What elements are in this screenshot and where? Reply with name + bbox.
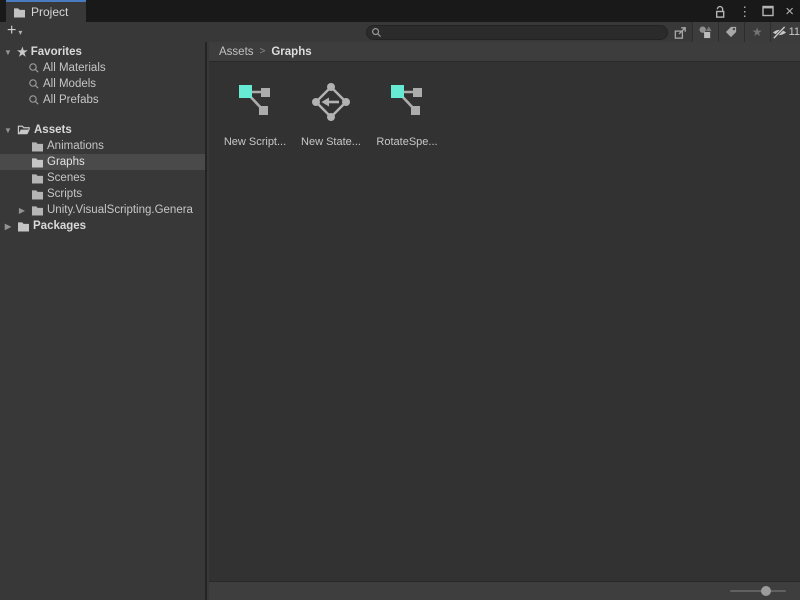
sidebar-item-label: Unity.VisualScripting.Genera [47, 204, 193, 216]
state-graph-icon [311, 82, 351, 122]
breadcrumb-root[interactable]: Assets [219, 46, 254, 58]
script-graph-icon [387, 82, 427, 122]
chevron-down-icon: ▾ [18, 28, 22, 37]
tag-icon [724, 25, 738, 39]
star-icon: ★ [752, 26, 763, 38]
open-in-icon [673, 25, 688, 40]
breadcrumb: Assets > Graphs [209, 42, 800, 62]
search-input[interactable] [382, 26, 663, 39]
tab-label: Project [31, 5, 68, 19]
open-in-picker-button[interactable] [671, 24, 689, 41]
folder-icon [13, 7, 26, 18]
star-icon: ★ [17, 46, 28, 58]
sidebar-item-label: All Materials [43, 62, 106, 74]
expander-open-icon[interactable]: ▼ [2, 126, 14, 135]
expander-open-icon[interactable]: ▼ [2, 48, 14, 57]
sidebar-item-label: All Prefabs [43, 94, 99, 106]
hidden-items-button[interactable]: 11 [770, 22, 800, 42]
folder-icon [31, 205, 44, 216]
sidebar-item-label: Packages [33, 220, 86, 232]
expander-closed-icon[interactable]: ▶ [2, 222, 14, 231]
tab-strip: Project ⋮ × [0, 0, 800, 22]
titlebar-controls: ⋮ × [713, 0, 794, 22]
folder-icon [31, 141, 44, 152]
sidebar-item-label: Animations [47, 140, 104, 152]
search-icon [371, 27, 382, 38]
sidebar-item-assets[interactable]: ▼ Assets [0, 122, 205, 138]
sidebar-item-animations[interactable]: Animations [0, 138, 205, 154]
sidebar-item-all-materials[interactable]: All Materials [0, 60, 205, 76]
create-asset-button[interactable]: + ▾ [7, 22, 22, 42]
sidebar-item-label: Favorites [31, 46, 82, 58]
search-favorites-button[interactable]: ★ [744, 22, 770, 42]
hidden-items-count: 11 [789, 26, 800, 38]
sidebar-item-favorites[interactable]: ▼ ★ Favorites [0, 44, 205, 60]
eye-slash-icon [771, 25, 788, 40]
asset-item-label: New Script... [224, 136, 286, 148]
close-icon[interactable]: × [785, 4, 794, 19]
maximize-icon[interactable] [762, 5, 774, 17]
search-icon [28, 94, 40, 106]
sidebar-item-graphs[interactable]: Graphs [0, 154, 205, 170]
sidebar-item-label: Assets [34, 124, 72, 136]
asset-browser-panel: Assets > Graphs New Script... [209, 42, 800, 600]
thumbnail-size-slider[interactable] [730, 590, 786, 592]
search-by-type-button[interactable] [692, 22, 718, 42]
search-filter-group: ★ 11 [692, 22, 800, 42]
sidebar-item-packages[interactable]: ▶ Packages [0, 218, 205, 234]
sidebar-item-scripts[interactable]: Scripts [0, 186, 205, 202]
script-graph-icon [235, 82, 275, 122]
folder-icon [31, 173, 44, 184]
search-by-label-button[interactable] [718, 22, 744, 42]
slider-knob[interactable] [761, 586, 771, 596]
chevron-right-icon: > [260, 46, 266, 57]
asset-item-label: New State... [301, 136, 361, 148]
kebab-icon[interactable]: ⋮ [738, 5, 751, 18]
tab-project[interactable]: Project [6, 0, 86, 22]
sidebar-item-label: Graphs [47, 156, 85, 168]
sidebar-item-label: Scripts [47, 188, 82, 200]
search-icon [28, 62, 40, 74]
asset-item-rotatespe[interactable]: RotateSpe... [369, 82, 445, 148]
asset-item-new-script[interactable]: New Script... [217, 82, 293, 148]
folder-icon [31, 157, 44, 168]
search-icon [28, 78, 40, 90]
folder-open-icon [17, 124, 31, 136]
asset-grid: New Script... New State... [209, 62, 800, 148]
search-by-type-icon [698, 25, 713, 39]
project-sidebar: ▼ ★ Favorites All Materials All Models A… [0, 42, 207, 600]
plus-icon: + [7, 23, 16, 39]
asset-item-label: RotateSpe... [376, 136, 437, 148]
asset-item-new-state[interactable]: New State... [293, 82, 369, 148]
sidebar-item-all-models[interactable]: All Models [0, 76, 205, 92]
sidebar-item-label: All Models [43, 78, 96, 90]
project-toolbar: + ▾ ★ [0, 22, 800, 42]
status-bar [209, 581, 800, 600]
search-field[interactable] [366, 25, 668, 40]
unlock-icon[interactable] [713, 4, 727, 19]
sidebar-item-scenes[interactable]: Scenes [0, 170, 205, 186]
sidebar-item-all-prefabs[interactable]: All Prefabs [0, 92, 205, 108]
folder-icon [17, 221, 30, 232]
sidebar-item-unity-visualscripting[interactable]: ▶ Unity.VisualScripting.Genera [0, 202, 205, 218]
breadcrumb-current[interactable]: Graphs [271, 46, 311, 58]
expander-closed-icon[interactable]: ▶ [16, 206, 28, 215]
folder-icon [31, 189, 44, 200]
sidebar-item-label: Scenes [47, 172, 85, 184]
